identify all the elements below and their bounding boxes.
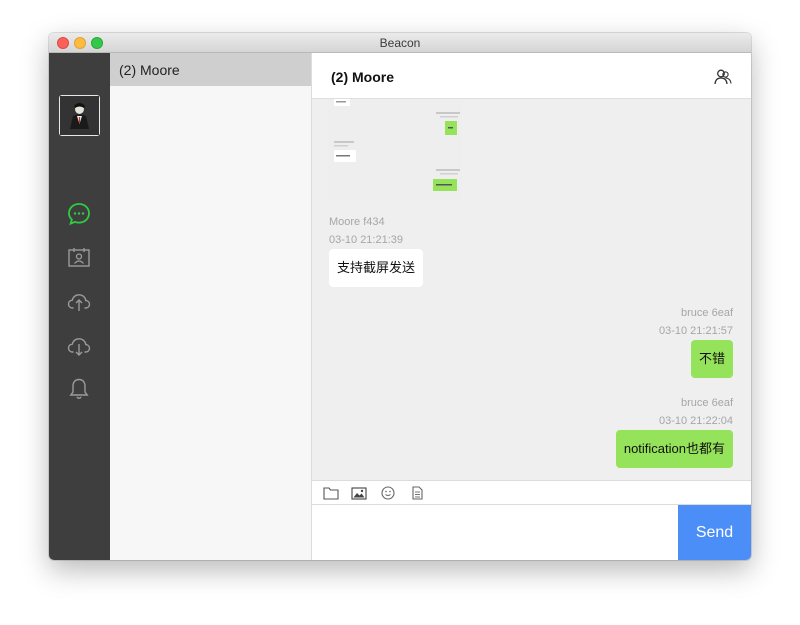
title-bar[interactable]: Beacon <box>49 33 751 53</box>
emoji-icon[interactable] <box>380 486 396 500</box>
image-icon[interactable] <box>351 486 367 500</box>
message-sender: bruce 6eaf <box>681 397 733 409</box>
chat-panel: (2) Moore Moore f434 03-10 21:21:39 支持截屏… <box>312 53 751 560</box>
message-list[interactable]: Moore f434 03-10 21:21:39 支持截屏发送 bruce 6… <box>312 99 751 480</box>
conversation-item-moore[interactable]: (2) Moore <box>110 53 311 86</box>
chat-header: (2) Moore <box>312 53 751 99</box>
message-time: 03-10 21:21:57 <box>658 325 733 337</box>
message-input[interactable] <box>312 505 678 560</box>
folder-icon[interactable] <box>323 486 339 500</box>
message-time: 03-10 21:22:04 <box>658 415 733 427</box>
contacts-icon[interactable] <box>66 245 92 271</box>
avatar-image <box>60 96 99 135</box>
conversation-list: (2) Moore <box>110 53 312 560</box>
message-sender: bruce 6eaf <box>681 307 733 319</box>
chat-icon[interactable] <box>66 201 92 227</box>
avatar[interactable] <box>59 95 100 136</box>
message-bubble-outgoing[interactable]: notification也都有 <box>615 430 733 468</box>
message-bubble-outgoing[interactable]: 不错 <box>690 340 733 378</box>
file-icon[interactable] <box>409 486 425 500</box>
app-window: Beacon (2) Moore (2) Moore Moore f434 03… <box>49 33 751 560</box>
chat-title: (2) Moore <box>331 69 394 85</box>
message-sender: Moore f434 <box>329 216 385 228</box>
message-time: 03-10 21:21:39 <box>329 234 404 246</box>
composer-toolbar <box>312 480 751 505</box>
bell-icon[interactable] <box>66 376 92 402</box>
message-bubble-incoming[interactable]: 支持截屏发送 <box>329 249 424 287</box>
cloud-download-icon[interactable] <box>66 333 92 359</box>
conversation-name: (2) Moore <box>119 62 180 78</box>
group-members-icon[interactable] <box>713 67 733 87</box>
window-title: Beacon <box>379 36 421 50</box>
send-button[interactable]: Send <box>678 505 751 560</box>
cloud-upload-icon[interactable] <box>66 289 92 315</box>
sidebar <box>49 53 110 560</box>
screenshot-image[interactable] <box>328 99 462 199</box>
